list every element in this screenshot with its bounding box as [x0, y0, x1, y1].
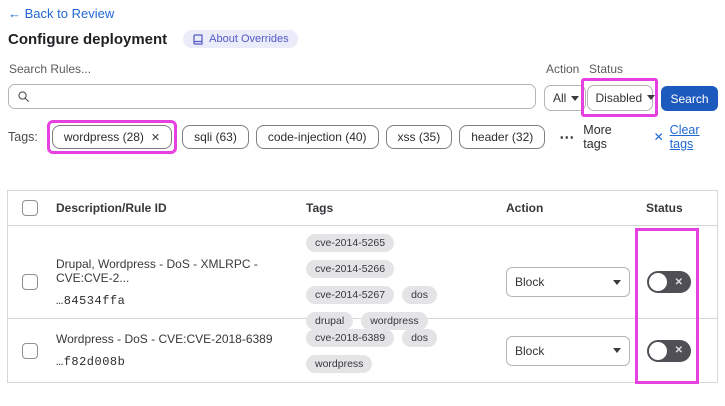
column-header-status: Status: [646, 201, 683, 215]
rule-description-cell: Wordpress - DoS - CVE:CVE-2018-6389 …f82…: [49, 319, 299, 382]
clear-tags-label: Clear tags: [669, 123, 700, 151]
toggle-knob: [649, 273, 667, 291]
rule-id: …f82d008b: [56, 355, 126, 369]
row-checkbox[interactable]: [22, 274, 38, 290]
rule-tags-cell: cve-2018-6389 dos wordpress: [299, 319, 499, 382]
rule-status-cell: ✕: [639, 271, 717, 293]
about-overrides-label: About Overrides: [209, 33, 289, 45]
selected-tag-annotation: wordpress (28) ✕: [46, 120, 178, 154]
rule-action-cell: Block: [499, 335, 639, 366]
rule-id: …84534ffa: [56, 293, 126, 308]
action-select-value: Block: [515, 275, 545, 289]
rule-description: Wordpress - DoS - CVE:CVE-2018-6389: [56, 332, 273, 346]
chevron-down-icon: [647, 95, 656, 100]
action-select[interactable]: Block: [506, 267, 630, 297]
page-title: Configure deployment: [8, 30, 168, 48]
remove-tag-icon[interactable]: ✕: [151, 131, 160, 144]
chevron-down-icon: [613, 279, 621, 285]
column-header-action: Action: [506, 201, 544, 215]
toggle-off-x-icon: ✕: [674, 345, 683, 356]
book-icon: [193, 34, 203, 45]
rule-tag: cve-2014-5265: [306, 234, 395, 252]
chevron-down-icon: [613, 348, 621, 353]
status-toggle-off[interactable]: ✕: [647, 271, 691, 293]
status-toggle-off[interactable]: ✕: [647, 339, 691, 362]
status-label: Status: [589, 62, 624, 76]
status-dropdown-annotation: Disabled: [581, 78, 658, 117]
select-all-cell: [8, 200, 49, 216]
tag-filter-sqli[interactable]: sqli (63): [182, 125, 249, 149]
tag-filter-wordpress[interactable]: wordpress (28) ✕: [51, 125, 173, 149]
row-checkbox-cell: [8, 274, 49, 290]
rule-tag: dos: [402, 328, 437, 347]
table-row: Wordpress - DoS - CVE:CVE-2018-6389 …f82…: [8, 319, 717, 382]
rule-tag: dos: [402, 286, 437, 304]
search-button[interactable]: Search: [661, 86, 718, 111]
rule-status-cell: ✕: [639, 339, 717, 362]
toggle-off-x-icon: ✕: [674, 276, 683, 288]
rules-table: Description/Rule ID Tags Action Status D…: [7, 190, 718, 383]
rule-action-cell: Block: [499, 267, 639, 297]
back-to-review-link[interactable]: ← Back to Review: [8, 6, 114, 21]
rule-description: Drupal, Wordpress - DoS - XMLRPC - CVE:C…: [56, 256, 258, 285]
tag-filter-code-injection[interactable]: code-injection (40): [255, 125, 379, 149]
more-tags-button[interactable]: ⋯ More tags: [559, 123, 631, 151]
tag-filter-label: wordpress (28): [63, 130, 144, 144]
search-input[interactable]: [36, 89, 527, 104]
status-dropdown-value: Disabled: [595, 90, 643, 105]
action-select[interactable]: Block: [506, 335, 630, 366]
row-checkbox[interactable]: [22, 342, 38, 359]
rule-tag: wordpress: [306, 354, 373, 373]
rule-tag: cve-2014-5267: [306, 286, 395, 304]
select-all-checkbox[interactable]: [22, 200, 38, 216]
toggle-knob: [649, 341, 667, 360]
rule-tag: cve-2018-6389: [306, 328, 395, 347]
tags-label: Tags:: [8, 130, 38, 144]
tag-filter-header[interactable]: header (32): [459, 125, 546, 149]
column-header-description: Description/Rule ID: [56, 201, 167, 215]
status-dropdown[interactable]: Disabled: [586, 84, 656, 111]
tags-filter-bar: Tags: wordpress (28) ✕ sqli (63) code-in…: [8, 120, 720, 154]
action-select-value: Block: [515, 343, 545, 358]
close-icon: ✕: [653, 130, 664, 144]
clear-tags-link[interactable]: ✕ Clear tags: [654, 123, 720, 151]
chevron-down-icon: [571, 95, 580, 101]
about-overrides-badge[interactable]: About Overrides: [183, 30, 298, 48]
action-label: Action: [546, 62, 580, 76]
ellipsis-icon: ⋯: [559, 129, 576, 146]
table-row: Drupal, Wordpress - DoS - XMLRPC - CVE:C…: [8, 226, 717, 330]
search-input-container[interactable]: [8, 84, 536, 109]
action-dropdown[interactable]: All: [544, 85, 586, 111]
action-dropdown-value: All: [553, 91, 567, 105]
row-checkbox-cell: [8, 342, 49, 359]
column-header-tags: Tags: [306, 201, 334, 215]
tag-filter-xss[interactable]: xss (35): [385, 125, 453, 149]
search-rules-label: Search Rules...: [9, 62, 92, 76]
search-icon: [18, 91, 29, 102]
title-row: Configure deployment About Overrides: [8, 30, 298, 48]
table-header-row: Description/Rule ID Tags Action Status: [8, 191, 717, 226]
rule-tag: cve-2014-5266: [306, 260, 395, 278]
more-tags-label: More tags: [583, 123, 612, 151]
